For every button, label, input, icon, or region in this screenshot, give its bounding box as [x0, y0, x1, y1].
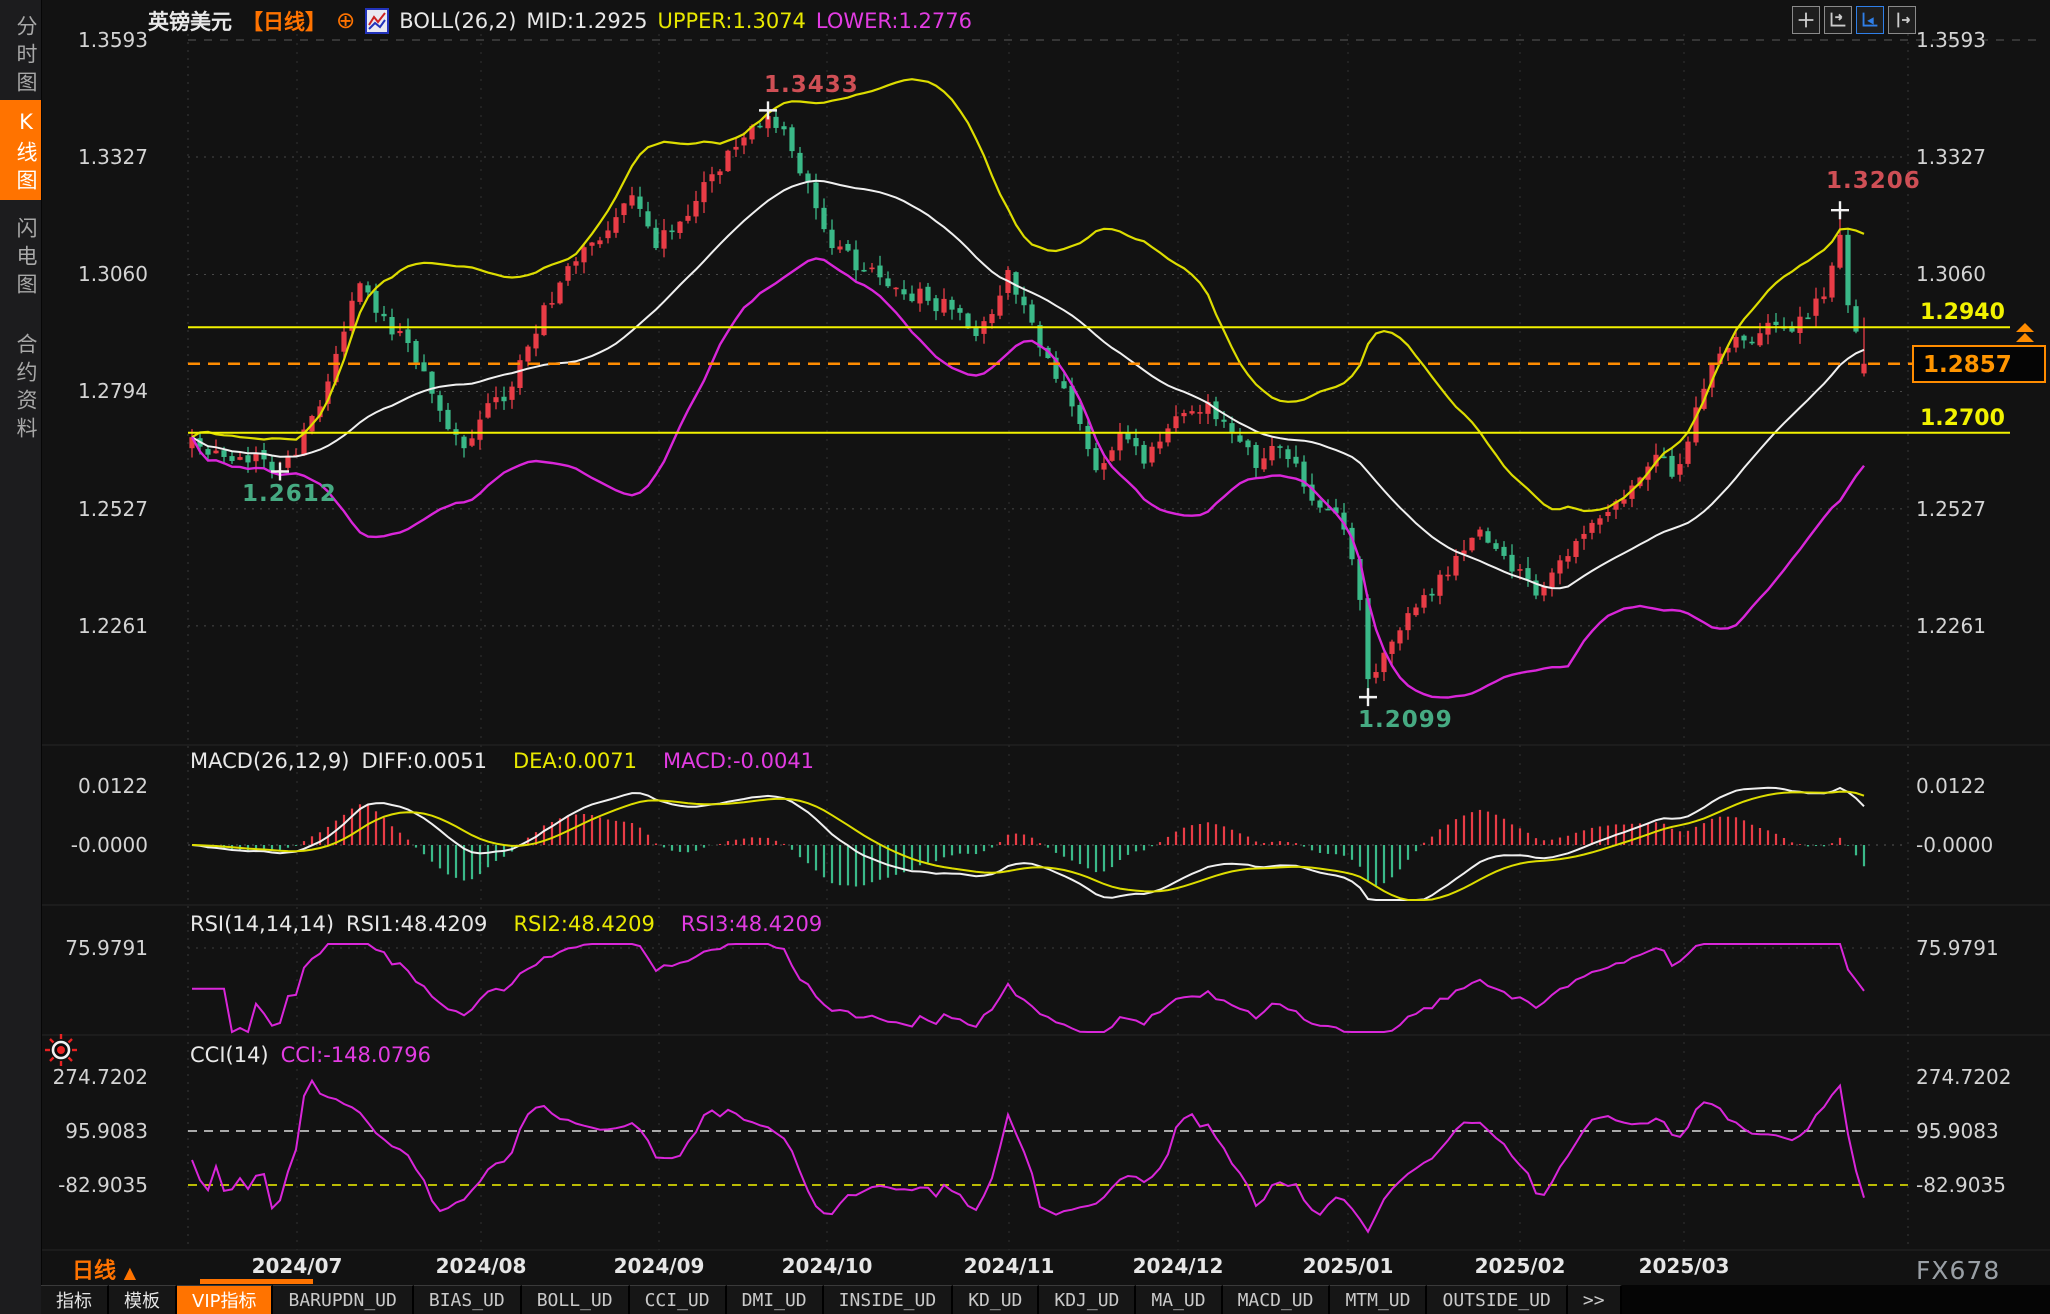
tab-barupdn-ud[interactable]: BARUPDN_UD: [273, 1285, 413, 1314]
price-tick-left: 1.3593: [0, 29, 148, 51]
tab-kd-ud[interactable]: KD_UD: [953, 1285, 1039, 1314]
time-axis-label: 2024/07: [252, 1254, 343, 1278]
time-axis-label: 2024/11: [964, 1254, 1055, 1278]
boll-lower-value: LOWER:1.2776: [816, 9, 972, 33]
price-tick-left: 1.3327: [0, 146, 148, 168]
tab-macd-ud[interactable]: MACD_UD: [1223, 1285, 1331, 1314]
tab--[interactable]: >>: [1568, 1285, 1622, 1314]
layout-grid-icon[interactable]: [1792, 6, 1820, 34]
tab-bias-ud[interactable]: BIAS_UD: [414, 1285, 522, 1314]
axis-shift-icon[interactable]: [1888, 6, 1916, 34]
tab-ma-ud[interactable]: MA_UD: [1136, 1285, 1222, 1314]
time-axis-label: 2024/10: [782, 1254, 873, 1278]
price-tick-right: 1.3593: [1916, 29, 2048, 51]
cci-tick-left: 95.9083: [0, 1120, 148, 1142]
price-marker-arrow-icon: [2016, 333, 2034, 342]
tab-mtm-ud[interactable]: MTM_UD: [1330, 1285, 1427, 1314]
cci-tick-left: -82.9035: [0, 1174, 148, 1196]
sidebar-item-3[interactable]: 闪电图: [0, 208, 41, 304]
rsi-title: RSI(14,14,14): [190, 912, 334, 936]
time-axis-label: 2024/12: [1133, 1254, 1224, 1278]
macd-tick-right: -0.0000: [1916, 834, 2048, 856]
sidebar: 分时图K线图闪电图合约资料: [0, 0, 42, 1314]
chart-canvas[interactable]: [0, 0, 2050, 1285]
rsi2-value: RSI2:48.4209: [513, 912, 654, 936]
tab-cci-ud[interactable]: CCI_UD: [630, 1285, 727, 1314]
rsi-tick-left: 75.9791: [0, 937, 148, 959]
price-tick-left: 1.2261: [0, 615, 148, 637]
chart-header: 英镑美元 【日线】 ⊕ BOLL(26,2) MID:1.2925 UPPER:…: [148, 6, 972, 36]
period-tag[interactable]: 【日线】: [242, 6, 326, 36]
symbol-name: 英镑美元: [148, 6, 232, 36]
axis-scale-icon[interactable]: [1856, 6, 1884, 34]
macd-tick-left: 0.0122: [0, 775, 148, 797]
expand-icon[interactable]: ⊕: [336, 8, 355, 34]
boll-mid-value: MID:1.2925: [526, 9, 647, 33]
cci-tick-right: 274.7202: [1916, 1066, 2048, 1088]
trading-app: 分时图K线图闪电图合约资料 英镑美元 【日线】 ⊕ BOLL(26,2) MID…: [0, 0, 2050, 1314]
cci-tick-right: 95.9083: [1916, 1120, 2048, 1142]
price-level-label: 1.2940: [1920, 300, 2005, 325]
macd-tick-right: 0.0122: [1916, 775, 2048, 797]
cci-value: CCI:-148.0796: [281, 1043, 431, 1067]
macd-panel-header: MACD(26,12,9) DIFF:0.0051 DEA:0.0071 MAC…: [190, 749, 814, 773]
extreme-label-low: 1.2612: [242, 481, 337, 507]
time-axis-label: 2025/01: [1303, 1254, 1394, 1278]
current-price-box: 1.2857: [1912, 345, 2046, 383]
cci-panel-header: CCI(14) CCI:-148.0796: [190, 1043, 431, 1067]
period-label: 日线: [72, 1259, 116, 1284]
boll-upper-value: UPPER:1.3074: [657, 9, 805, 33]
watermark: FX678: [1916, 1256, 2000, 1285]
price-tick-left: 1.2527: [0, 498, 148, 520]
price-marker-arrow-icon: [2016, 323, 2034, 332]
tab-模板[interactable]: 模板: [109, 1285, 177, 1314]
macd-title: MACD(26,12,9): [190, 749, 350, 773]
time-axis-label: 2024/09: [614, 1254, 705, 1278]
boll-label: BOLL(26,2): [399, 9, 516, 33]
cci-tick-right: -82.9035: [1916, 1174, 2048, 1196]
price-tick-right: 1.2527: [1916, 498, 2048, 520]
period-selector[interactable]: 日线 ▲: [72, 1253, 136, 1285]
extreme-label-low: 1.2099: [1358, 707, 1453, 733]
macd-diff-value: DIFF:0.0051: [362, 749, 487, 773]
tab-指标[interactable]: 指标: [41, 1285, 109, 1314]
tab-outside-ud[interactable]: OUTSIDE_UD: [1427, 1285, 1567, 1314]
price-tick-right: 1.3060: [1916, 263, 2048, 285]
indicator-tab-bar: 指标模板VIP指标BARUPDN_UDBIAS_UDBOLL_UDCCI_UDD…: [41, 1285, 2050, 1314]
tab-vip指标[interactable]: VIP指标: [177, 1285, 273, 1314]
sidebar-item-1[interactable]: 分时图: [0, 8, 41, 100]
macd-dea-value: DEA:0.0071: [513, 749, 637, 773]
time-axis-label: 2024/08: [436, 1254, 527, 1278]
rsi-panel-header: RSI(14,14,14) RSI1:48.4209 RSI2:48.4209 …: [190, 912, 822, 936]
rsi3-value: RSI3:48.4209: [681, 912, 822, 936]
extreme-label-high: 1.3206: [1826, 168, 1921, 194]
macd-tick-left: -0.0000: [0, 834, 148, 856]
extreme-label-high: 1.3433: [764, 72, 859, 98]
cci-tick-left: 274.7202: [0, 1066, 148, 1088]
indicator-chart-icon[interactable]: [365, 8, 389, 34]
price-tick-right: 1.2261: [1916, 615, 2048, 637]
rsi-tick-right: 75.9791: [1916, 937, 2048, 959]
chart-toolbar: [1792, 6, 1916, 34]
tab-boll-ud[interactable]: BOLL_UD: [522, 1285, 630, 1314]
period-arrow-icon: ▲: [124, 1263, 136, 1282]
axis-fit-icon[interactable]: [1824, 6, 1852, 34]
tab-inside-ud[interactable]: INSIDE_UD: [824, 1285, 954, 1314]
cci-title: CCI(14): [190, 1043, 269, 1067]
time-axis-label: 2025/02: [1475, 1254, 1566, 1278]
tab-dmi-ud[interactable]: DMI_UD: [727, 1285, 824, 1314]
scrollbar-thumb[interactable]: [200, 1279, 313, 1284]
price-tick-right: 1.3327: [1916, 146, 2048, 168]
macd-value: MACD:-0.0041: [663, 749, 814, 773]
price-tick-left: 1.2794: [0, 380, 148, 402]
price-tick-left: 1.3060: [0, 263, 148, 285]
tab-kdj-ud[interactable]: KDJ_UD: [1039, 1285, 1136, 1314]
rsi1-value: RSI1:48.4209: [346, 912, 487, 936]
price-level-label: 1.2700: [1920, 406, 2005, 431]
time-axis-label: 2025/03: [1639, 1254, 1730, 1278]
